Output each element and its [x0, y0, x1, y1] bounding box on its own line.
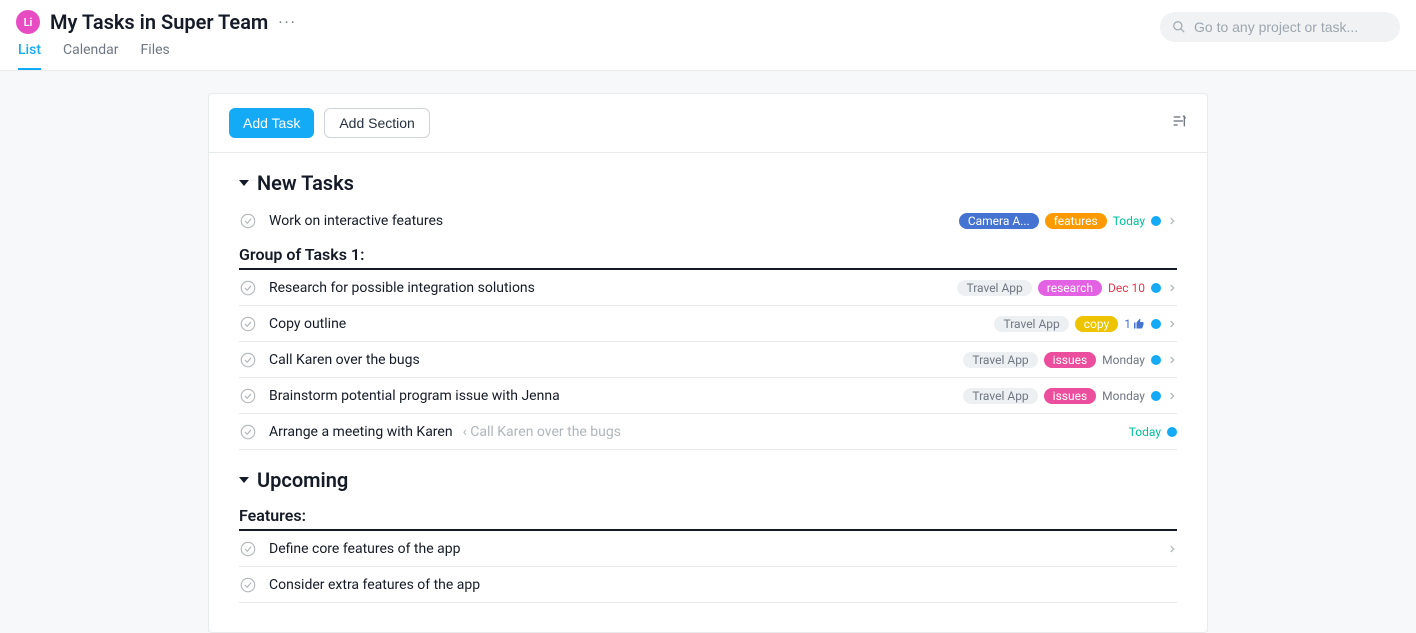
check-circle-icon[interactable]	[239, 423, 257, 441]
task-meta	[1167, 544, 1177, 554]
section: Upcoming Features: Define core features of…	[209, 450, 1207, 603]
task-meta: Camera A... features Today	[959, 213, 1177, 229]
section: New Tasks Work on interactive features Cam…	[209, 153, 1207, 450]
check-circle-icon[interactable]	[239, 540, 257, 558]
check-circle-icon[interactable]	[239, 279, 257, 297]
chevron-right-icon	[1167, 319, 1177, 329]
tag-pill[interactable]: research	[1038, 280, 1102, 296]
check-circle-icon[interactable]	[239, 576, 257, 594]
chevron-right-icon	[1167, 391, 1177, 401]
task-row[interactable]: Call Karen over the bugs Travel App issues…	[239, 342, 1177, 378]
due-date: Monday	[1102, 389, 1145, 403]
task-title: Copy outline	[269, 316, 982, 332]
task-row[interactable]: Define core features of the app	[239, 531, 1177, 567]
section-title: Upcoming	[257, 468, 348, 492]
tag-pill[interactable]: Travel App	[963, 352, 1037, 368]
task-title: Brainstorm potential program issue with …	[269, 388, 951, 404]
group-header[interactable]: Group of Tasks 1:	[239, 239, 1177, 270]
tab-files[interactable]: Files	[141, 42, 170, 70]
like-count[interactable]: 1	[1124, 317, 1145, 331]
status-dot	[1151, 283, 1161, 293]
status-dot	[1151, 216, 1161, 226]
task-title: Arrange a meeting with Karen‹ Call Karen…	[269, 424, 1117, 440]
page-title: My Tasks in Super Team	[50, 10, 268, 34]
task-row[interactable]: Consider extra features of the app	[239, 567, 1177, 603]
group-header[interactable]: Features:	[239, 500, 1177, 531]
due-date: Dec 10	[1108, 281, 1145, 295]
status-dot	[1151, 319, 1161, 329]
task-row[interactable]: Research for possible integration soluti…	[239, 270, 1177, 306]
status-dot	[1151, 391, 1161, 401]
task-row[interactable]: Copy outline Travel App copy 1	[239, 306, 1177, 342]
header-left: Li My Tasks in Super Team ··· List Calen…	[16, 10, 297, 70]
tag-pill[interactable]: features	[1045, 213, 1107, 229]
due-date: Today	[1113, 214, 1145, 228]
tag-pill[interactable]: Camera A...	[959, 213, 1039, 229]
sections-root: New Tasks Work on interactive features Cam…	[209, 153, 1207, 603]
avatar: Li	[16, 10, 40, 34]
status-dot	[1151, 355, 1161, 365]
tag-pill[interactable]: issues	[1044, 388, 1096, 404]
add-task-button[interactable]: Add Task	[229, 108, 314, 138]
add-section-button[interactable]: Add Section	[324, 108, 430, 138]
more-icon[interactable]: ···	[278, 13, 297, 32]
task-meta: Travel App research Dec 10	[957, 280, 1177, 296]
due-date: Monday	[1102, 353, 1145, 367]
tabs: List Calendar Files	[18, 42, 297, 70]
tag-pill[interactable]: Travel App	[963, 388, 1037, 404]
tag-pill[interactable]: Travel App	[994, 316, 1068, 332]
task-title: Research for possible integration soluti…	[269, 280, 945, 296]
task-title: Define core features of the app	[269, 541, 1155, 557]
task-meta: Travel App issues Monday	[963, 352, 1177, 368]
caret-down-icon	[239, 180, 249, 186]
sort-icon[interactable]	[1171, 113, 1187, 133]
task-meta: Today	[1129, 425, 1177, 439]
task-parent-ref: ‹ Call Karen over the bugs	[463, 424, 621, 440]
caret-down-icon	[239, 477, 249, 483]
task-panel: Add Task Add Section New Tasks Work on in…	[208, 93, 1208, 633]
header: Li My Tasks in Super Team ··· List Calen…	[0, 0, 1416, 71]
tag-pill[interactable]: issues	[1044, 352, 1096, 368]
content-area: Add Task Add Section New Tasks Work on in…	[0, 71, 1416, 633]
task-meta: Travel App copy 1	[994, 316, 1177, 332]
section-header[interactable]: New Tasks	[239, 171, 1177, 195]
task-title: Work on interactive features	[269, 213, 947, 229]
check-circle-icon[interactable]	[239, 351, 257, 369]
title-row: Li My Tasks in Super Team ···	[16, 10, 297, 34]
status-dot	[1167, 427, 1177, 437]
section-title: New Tasks	[257, 171, 354, 195]
task-row[interactable]: Arrange a meeting with Karen‹ Call Karen…	[239, 414, 1177, 450]
chevron-right-icon	[1167, 283, 1177, 293]
task-row[interactable]: Work on interactive features Camera A... f…	[239, 203, 1177, 239]
search-input[interactable]	[1160, 12, 1400, 42]
task-meta: Travel App issues Monday	[963, 388, 1177, 404]
check-circle-icon[interactable]	[239, 387, 257, 405]
task-title: Call Karen over the bugs	[269, 352, 951, 368]
tag-pill[interactable]: Travel App	[957, 280, 1031, 296]
chevron-right-icon	[1167, 355, 1177, 365]
task-title: Consider extra features of the app	[269, 577, 1165, 593]
tab-list[interactable]: List	[18, 42, 41, 70]
tag-pill[interactable]: copy	[1075, 316, 1118, 332]
section-header[interactable]: Upcoming	[239, 468, 1177, 492]
task-row[interactable]: Brainstorm potential program issue with …	[239, 378, 1177, 414]
toolbar: Add Task Add Section	[209, 94, 1207, 153]
chevron-right-icon	[1167, 216, 1177, 226]
search-box	[1160, 12, 1400, 42]
chevron-right-icon	[1167, 544, 1177, 554]
due-date: Today	[1129, 425, 1161, 439]
check-circle-icon[interactable]	[239, 315, 257, 333]
check-circle-icon[interactable]	[239, 212, 257, 230]
search-icon	[1172, 20, 1186, 34]
tab-calendar[interactable]: Calendar	[63, 42, 119, 70]
